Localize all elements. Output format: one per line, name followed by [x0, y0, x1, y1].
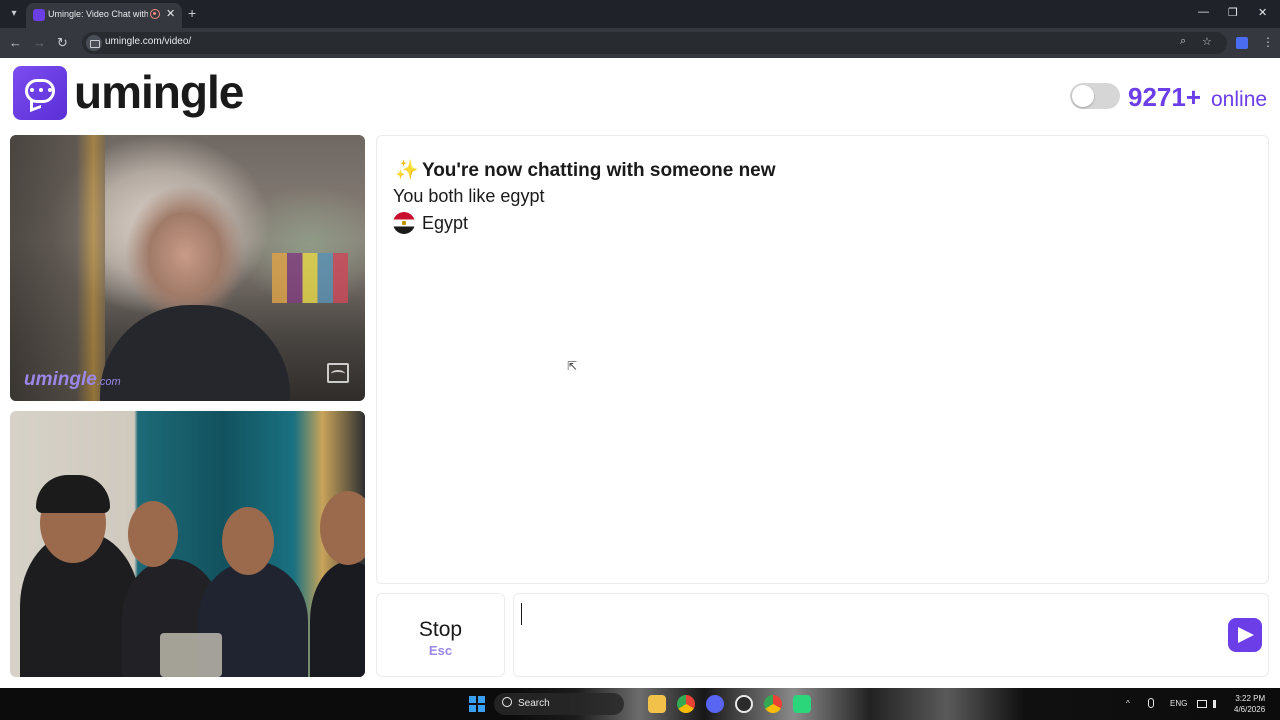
- chat-panel: ✨ You're now chatting with someone new Y…: [376, 135, 1269, 584]
- minimize-button[interactable]: —: [1198, 6, 1209, 18]
- logo-text[interactable]: umingle: [74, 65, 244, 119]
- taskbar-clock[interactable]: 3:22 PM 4/6/2026: [1234, 693, 1265, 715]
- video-person-head: [320, 491, 365, 565]
- send-button[interactable]: [1228, 618, 1262, 652]
- extension-icon[interactable]: [1236, 37, 1248, 49]
- toggle-knob: [1072, 85, 1094, 107]
- video-person: [100, 305, 290, 401]
- country-name: Egypt: [422, 213, 469, 233]
- stranger-country: Egypt: [393, 212, 468, 234]
- chat-status-text: You're now chatting with someone new: [421, 160, 776, 181]
- chrome-icon[interactable]: [764, 695, 782, 713]
- browser-tab[interactable]: Umingle: Video Chat with S ✕: [26, 3, 182, 28]
- video-person-head: [222, 507, 274, 575]
- windows-start-icon[interactable]: [469, 696, 485, 712]
- video-beanie: [36, 475, 110, 513]
- close-window-button[interactable]: ✕: [1258, 6, 1267, 19]
- video-glass: [160, 633, 222, 677]
- stop-button[interactable]: Stop Esc: [376, 593, 505, 677]
- stop-shortcut-key: Esc: [428, 643, 453, 658]
- video-person: [310, 561, 365, 677]
- browser-toolbar: ← → ↻ umingle.com/video/ ⌕ ☆ ⋮: [0, 28, 1280, 58]
- browser-tab-bar: ▾ Umingle: Video Chat with S ✕ + — ❐ ✕: [0, 0, 1280, 28]
- clock-date: 4/6/2026: [1234, 705, 1266, 714]
- restore-button[interactable]: ❐: [1228, 6, 1238, 19]
- forward-button[interactable]: →: [33, 35, 46, 50]
- network-icon[interactable]: [1197, 700, 1207, 708]
- stranger-video: umingle.com: [10, 135, 365, 401]
- discord-icon[interactable]: [706, 695, 724, 713]
- taskbar-search-label: Search: [518, 698, 550, 709]
- chat-status: ✨ You're now chatting with someone new: [395, 158, 776, 182]
- umingle-logo-icon[interactable]: [13, 66, 67, 120]
- bookmark-star-icon[interactable]: ☆: [1202, 35, 1212, 48]
- recording-indicator-icon: [150, 9, 160, 19]
- online-count: 9271+: [1128, 82, 1202, 112]
- umingle-favicon: [33, 9, 45, 21]
- mouse-cursor-icon: ⇱: [567, 359, 578, 373]
- tab-title: Umingle: Video Chat with S: [48, 9, 148, 19]
- video-person-head: [128, 501, 178, 567]
- tab-close-button[interactable]: ✕: [166, 7, 175, 20]
- search-icon: [502, 697, 512, 707]
- chrome-icon[interactable]: [677, 695, 695, 713]
- new-tab-button[interactable]: +: [188, 5, 196, 21]
- logo-dots: [30, 88, 52, 92]
- volume-icon[interactable]: [1213, 700, 1221, 708]
- egypt-flag-icon: [393, 212, 415, 234]
- sparkle-icon: ✨: [395, 160, 419, 181]
- url-text[interactable]: umingle.com/video/: [105, 36, 191, 47]
- tray-overflow-icon[interactable]: ^: [1126, 699, 1130, 708]
- umingle-watermark: umingle.com: [24, 369, 121, 390]
- report-flag-icon[interactable]: [327, 363, 349, 383]
- video-background: [10, 135, 105, 401]
- text-caret: [521, 603, 522, 625]
- site-info-icon[interactable]: [86, 35, 102, 51]
- taskbar-search[interactable]: Search: [494, 693, 624, 715]
- clock-time: 3:22 PM: [1235, 694, 1266, 703]
- windows-taskbar: Search ^ ENG 3:22 PM 4/6/2026: [0, 688, 1280, 720]
- message-input[interactable]: [520, 600, 1220, 670]
- address-bar[interactable]: umingle.com/video/ ⌕ ☆: [82, 32, 1227, 54]
- tab-search-button[interactable]: ▾: [6, 6, 22, 22]
- app-icon[interactable]: [793, 695, 811, 713]
- zoom-icon[interactable]: ⌕: [1180, 35, 1186, 48]
- language-indicator[interactable]: ENG: [1170, 699, 1187, 708]
- file-explorer-icon[interactable]: [648, 695, 666, 713]
- back-button[interactable]: ←: [9, 35, 22, 50]
- common-interest: You both like egypt: [393, 186, 545, 206]
- obs-icon[interactable]: [735, 695, 753, 713]
- message-box[interactable]: [513, 593, 1269, 677]
- reload-button[interactable]: ↻: [57, 35, 68, 51]
- self-video: [10, 411, 365, 677]
- stop-label: Stop: [418, 618, 463, 641]
- video-wall-art: [272, 253, 348, 303]
- page-content: umingle 9271+ online umingle.com ✨ You'r…: [0, 58, 1280, 688]
- online-label: online: [1211, 88, 1268, 111]
- browser-menu-icon[interactable]: ⋮: [1262, 35, 1274, 49]
- microphone-icon[interactable]: [1148, 698, 1154, 708]
- theme-toggle[interactable]: [1070, 83, 1120, 109]
